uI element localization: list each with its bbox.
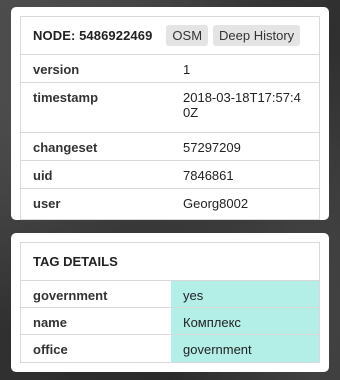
row-key: changeset bbox=[33, 140, 98, 155]
node-header: NODE: 5486922469 OSM Deep History bbox=[21, 17, 319, 55]
tag-key: government bbox=[33, 288, 108, 303]
table-row: uid 7846861 bbox=[21, 161, 319, 189]
tag-value: government bbox=[171, 335, 319, 362]
table-row: changeset 57297209 bbox=[21, 133, 319, 161]
node-details-table: NODE: 5486922469 OSM Deep History versio… bbox=[20, 16, 320, 220]
row-key: user bbox=[33, 196, 61, 211]
node-title: NODE: 5486922469 bbox=[33, 28, 153, 43]
tag-details-title: TAG DETAILS bbox=[21, 243, 319, 281]
table-row: timestamp 2018-03-18T17:57:40Z bbox=[21, 83, 319, 133]
row-key: version bbox=[33, 62, 80, 77]
row-key: uid bbox=[33, 168, 53, 183]
row-value: 2018-03-18T17:57:40Z bbox=[183, 90, 301, 120]
tag-row: government yes bbox=[21, 281, 319, 308]
row-value: 57297209 bbox=[183, 140, 241, 155]
tag-key: office bbox=[33, 342, 68, 357]
tag-details-table: TAG DETAILS government yes name Комплекс… bbox=[20, 242, 320, 363]
row-value: 7846861 bbox=[183, 168, 234, 183]
tag-value: yes bbox=[171, 281, 319, 307]
table-row: version 1 bbox=[21, 55, 319, 83]
tag-row: office government bbox=[21, 335, 319, 362]
table-row: user Georg8002 bbox=[21, 189, 319, 219]
tag-details-panel: TAG DETAILS government yes name Комплекс… bbox=[11, 233, 329, 372]
tag-key: name bbox=[33, 315, 67, 330]
tag-value: Комплекс bbox=[171, 308, 319, 334]
deep-history-link-button[interactable]: Deep History bbox=[213, 25, 301, 46]
osm-link-button[interactable]: OSM bbox=[166, 25, 209, 46]
node-details-panel: NODE: 5486922469 OSM Deep History versio… bbox=[11, 7, 329, 220]
row-key: timestamp bbox=[33, 90, 99, 105]
row-value: 1 bbox=[183, 62, 191, 77]
row-value: Georg8002 bbox=[183, 196, 249, 211]
tag-row: name Комплекс bbox=[21, 308, 319, 335]
